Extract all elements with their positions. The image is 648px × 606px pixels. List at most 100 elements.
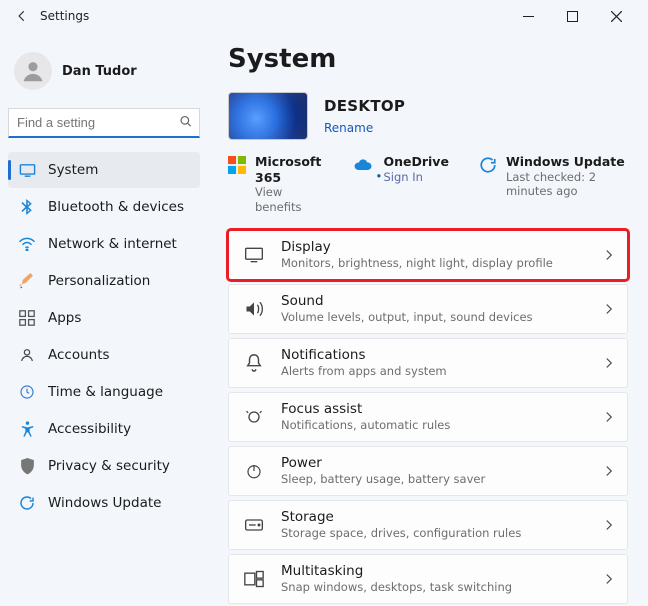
sidebar-item-label: Personalization — [48, 273, 150, 289]
card-title: Storage — [281, 509, 589, 526]
card-title: Focus assist — [281, 401, 589, 418]
sidebar-item-update[interactable]: Windows Update — [8, 485, 200, 521]
settings-cards: DisplayMonitors, brightness, night light… — [228, 230, 628, 606]
notifications-icon — [243, 352, 265, 374]
search-icon — [179, 114, 193, 133]
sidebar-item-label: Network & internet — [48, 236, 177, 252]
card-title: Display — [281, 239, 589, 256]
sidebar-item-label: Windows Update — [48, 495, 161, 511]
personalization-icon — [18, 272, 36, 290]
quick-sub: View benefits — [255, 185, 324, 214]
sidebar-item-accessibility[interactable]: Accessibility — [8, 411, 200, 447]
close-icon — [611, 11, 622, 22]
card-focus[interactable]: Focus assistNotifications, automatic rul… — [228, 392, 628, 442]
sound-icon — [243, 298, 265, 320]
windows-update-icon — [479, 155, 497, 175]
quick-title: Windows Update — [506, 154, 628, 170]
card-storage[interactable]: StorageStorage space, drives, configurat… — [228, 500, 628, 550]
device-thumbnail — [228, 92, 308, 140]
network-icon — [18, 235, 36, 253]
chevron-right-icon — [605, 300, 613, 319]
page-title: System — [228, 44, 628, 74]
chevron-right-icon — [605, 246, 613, 265]
maximize-button[interactable] — [550, 0, 594, 32]
storage-icon — [243, 514, 265, 536]
sidebar-item-system[interactable]: System — [8, 152, 200, 188]
sidebar-item-label: Accounts — [48, 347, 110, 363]
chevron-right-icon — [605, 462, 613, 481]
card-sound[interactable]: SoundVolume levels, output, input, sound… — [228, 284, 628, 334]
sidebar-item-network[interactable]: Network & internet — [8, 226, 200, 262]
sidebar-item-privacy[interactable]: Privacy & security — [8, 448, 200, 484]
card-subtitle: Notifications, automatic rules — [281, 418, 589, 432]
card-subtitle: Volume levels, output, input, sound devi… — [281, 310, 589, 324]
device-name: DESKTOP — [324, 97, 405, 115]
card-subtitle: Monitors, brightness, night light, displ… — [281, 256, 589, 270]
app-title: Settings — [40, 9, 89, 23]
microsoft-365-icon — [228, 155, 246, 175]
card-title: Notifications — [281, 347, 589, 364]
multitasking-icon — [243, 568, 265, 590]
person-icon — [20, 58, 46, 84]
title-bar: Settings — [0, 0, 648, 32]
sidebar: Dan Tudor System Bluetooth & devices Netwo… — [0, 32, 208, 606]
quick-sub: Last checked: 2 minutes ago — [506, 170, 628, 199]
minimize-icon — [523, 11, 534, 22]
time-icon — [18, 383, 36, 401]
card-title: Power — [281, 455, 589, 472]
sidebar-item-accounts[interactable]: Accounts — [8, 337, 200, 373]
card-subtitle: Storage space, drives, configuration rul… — [281, 526, 589, 540]
sidebar-item-apps[interactable]: Apps — [8, 300, 200, 336]
sidebar-item-bluetooth[interactable]: Bluetooth & devices — [8, 189, 200, 225]
card-subtitle: Snap windows, desktops, task switching — [281, 580, 589, 594]
display-icon — [243, 244, 265, 266]
quick-title: Microsoft 365 — [255, 154, 324, 185]
card-title: Sound — [281, 293, 589, 310]
close-button[interactable] — [594, 0, 638, 32]
chevron-right-icon — [605, 570, 613, 589]
sidebar-item-label: Time & language — [48, 384, 163, 400]
back-arrow-icon — [15, 9, 29, 23]
sidebar-item-label: System — [48, 162, 98, 178]
card-title: Multitasking — [281, 563, 589, 580]
chevron-right-icon — [605, 516, 613, 535]
quick-onedrive[interactable]: OneDrive Sign In — [354, 154, 448, 184]
privacy-icon — [18, 457, 36, 475]
quick-links-row: Microsoft 365 View benefits OneDrive Sig… — [228, 154, 628, 214]
rename-link[interactable]: Rename — [324, 121, 405, 135]
maximize-icon — [567, 11, 578, 22]
content-area: System DESKTOP Rename Microsoft 365 View… — [208, 32, 648, 606]
card-multitasking[interactable]: MultitaskingSnap windows, desktops, task… — [228, 554, 628, 604]
card-subtitle: Alerts from apps and system — [281, 364, 589, 378]
sidebar-item-label: Accessibility — [48, 421, 131, 437]
quick-ms365[interactable]: Microsoft 365 View benefits — [228, 154, 324, 214]
minimize-button[interactable] — [506, 0, 550, 32]
card-notifications[interactable]: NotificationsAlerts from apps and system — [228, 338, 628, 388]
sidebar-item-label: Bluetooth & devices — [48, 199, 184, 215]
user-name: Dan Tudor — [62, 64, 137, 79]
onedrive-icon — [354, 155, 374, 175]
search-input[interactable] — [8, 108, 200, 138]
profile-block[interactable]: Dan Tudor — [8, 40, 200, 106]
quick-sub: Sign In — [383, 170, 448, 184]
quick-windows-update[interactable]: Windows Update Last checked: 2 minutes a… — [479, 154, 628, 198]
quick-title: OneDrive — [383, 154, 448, 170]
sidebar-item-personalization[interactable]: Personalization — [8, 263, 200, 299]
sidebar-item-label: Privacy & security — [48, 458, 170, 474]
card-display[interactable]: DisplayMonitors, brightness, night light… — [228, 230, 628, 280]
bluetooth-icon — [18, 198, 36, 216]
chevron-right-icon — [605, 354, 613, 373]
accessibility-icon — [18, 420, 36, 438]
chevron-right-icon — [605, 408, 613, 427]
system-icon — [18, 161, 36, 179]
back-button[interactable] — [10, 9, 34, 23]
power-icon — [243, 460, 265, 482]
sidebar-item-label: Apps — [48, 310, 81, 326]
card-subtitle: Sleep, battery usage, battery saver — [281, 472, 589, 486]
focus-icon — [243, 406, 265, 428]
apps-icon — [18, 309, 36, 327]
card-power[interactable]: PowerSleep, battery usage, battery saver — [228, 446, 628, 496]
sidebar-item-time[interactable]: Time & language — [8, 374, 200, 410]
avatar — [14, 52, 52, 90]
search-box — [8, 108, 200, 138]
